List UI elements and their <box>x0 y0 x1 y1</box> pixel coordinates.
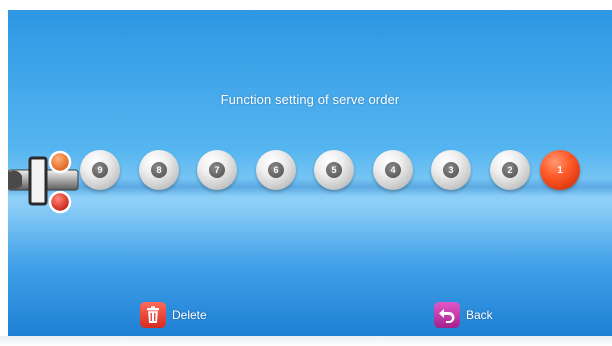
ball-7[interactable]: 7 <box>197 150 237 190</box>
ball-1[interactable]: 1 <box>540 150 580 190</box>
ball-number: 4 <box>385 162 401 178</box>
ball-9[interactable]: 9 <box>80 150 120 190</box>
back-arrow-icon <box>434 302 460 328</box>
serve-order-screen: Function setting of serve order 9 8 7 6 … <box>8 10 612 340</box>
back-label: Back <box>466 308 493 322</box>
ball-4[interactable]: 4 <box>373 150 413 190</box>
ball-3[interactable]: 3 <box>431 150 471 190</box>
page-title: Function setting of serve order <box>220 92 400 107</box>
ball-number: 6 <box>268 162 284 178</box>
ball-launcher-icon <box>8 150 79 214</box>
screen-bottom-edge <box>0 336 612 346</box>
ball-5[interactable]: 5 <box>314 150 354 190</box>
delete-label: Delete <box>172 308 207 322</box>
ball-number: 1 <box>557 164 563 176</box>
ball-number: 5 <box>326 162 342 178</box>
back-button[interactable]: Back <box>434 302 493 328</box>
ball-2[interactable]: 2 <box>490 150 530 190</box>
ball-number: 8 <box>151 162 167 178</box>
ball-6[interactable]: 6 <box>256 150 296 190</box>
trash-icon <box>140 302 166 328</box>
ball-number: 2 <box>502 162 518 178</box>
ball-number: 9 <box>92 162 108 178</box>
ball-number: 7 <box>209 162 225 178</box>
ball-number: 3 <box>443 162 459 178</box>
delete-button[interactable]: Delete <box>140 302 207 328</box>
ball-8[interactable]: 8 <box>139 150 179 190</box>
